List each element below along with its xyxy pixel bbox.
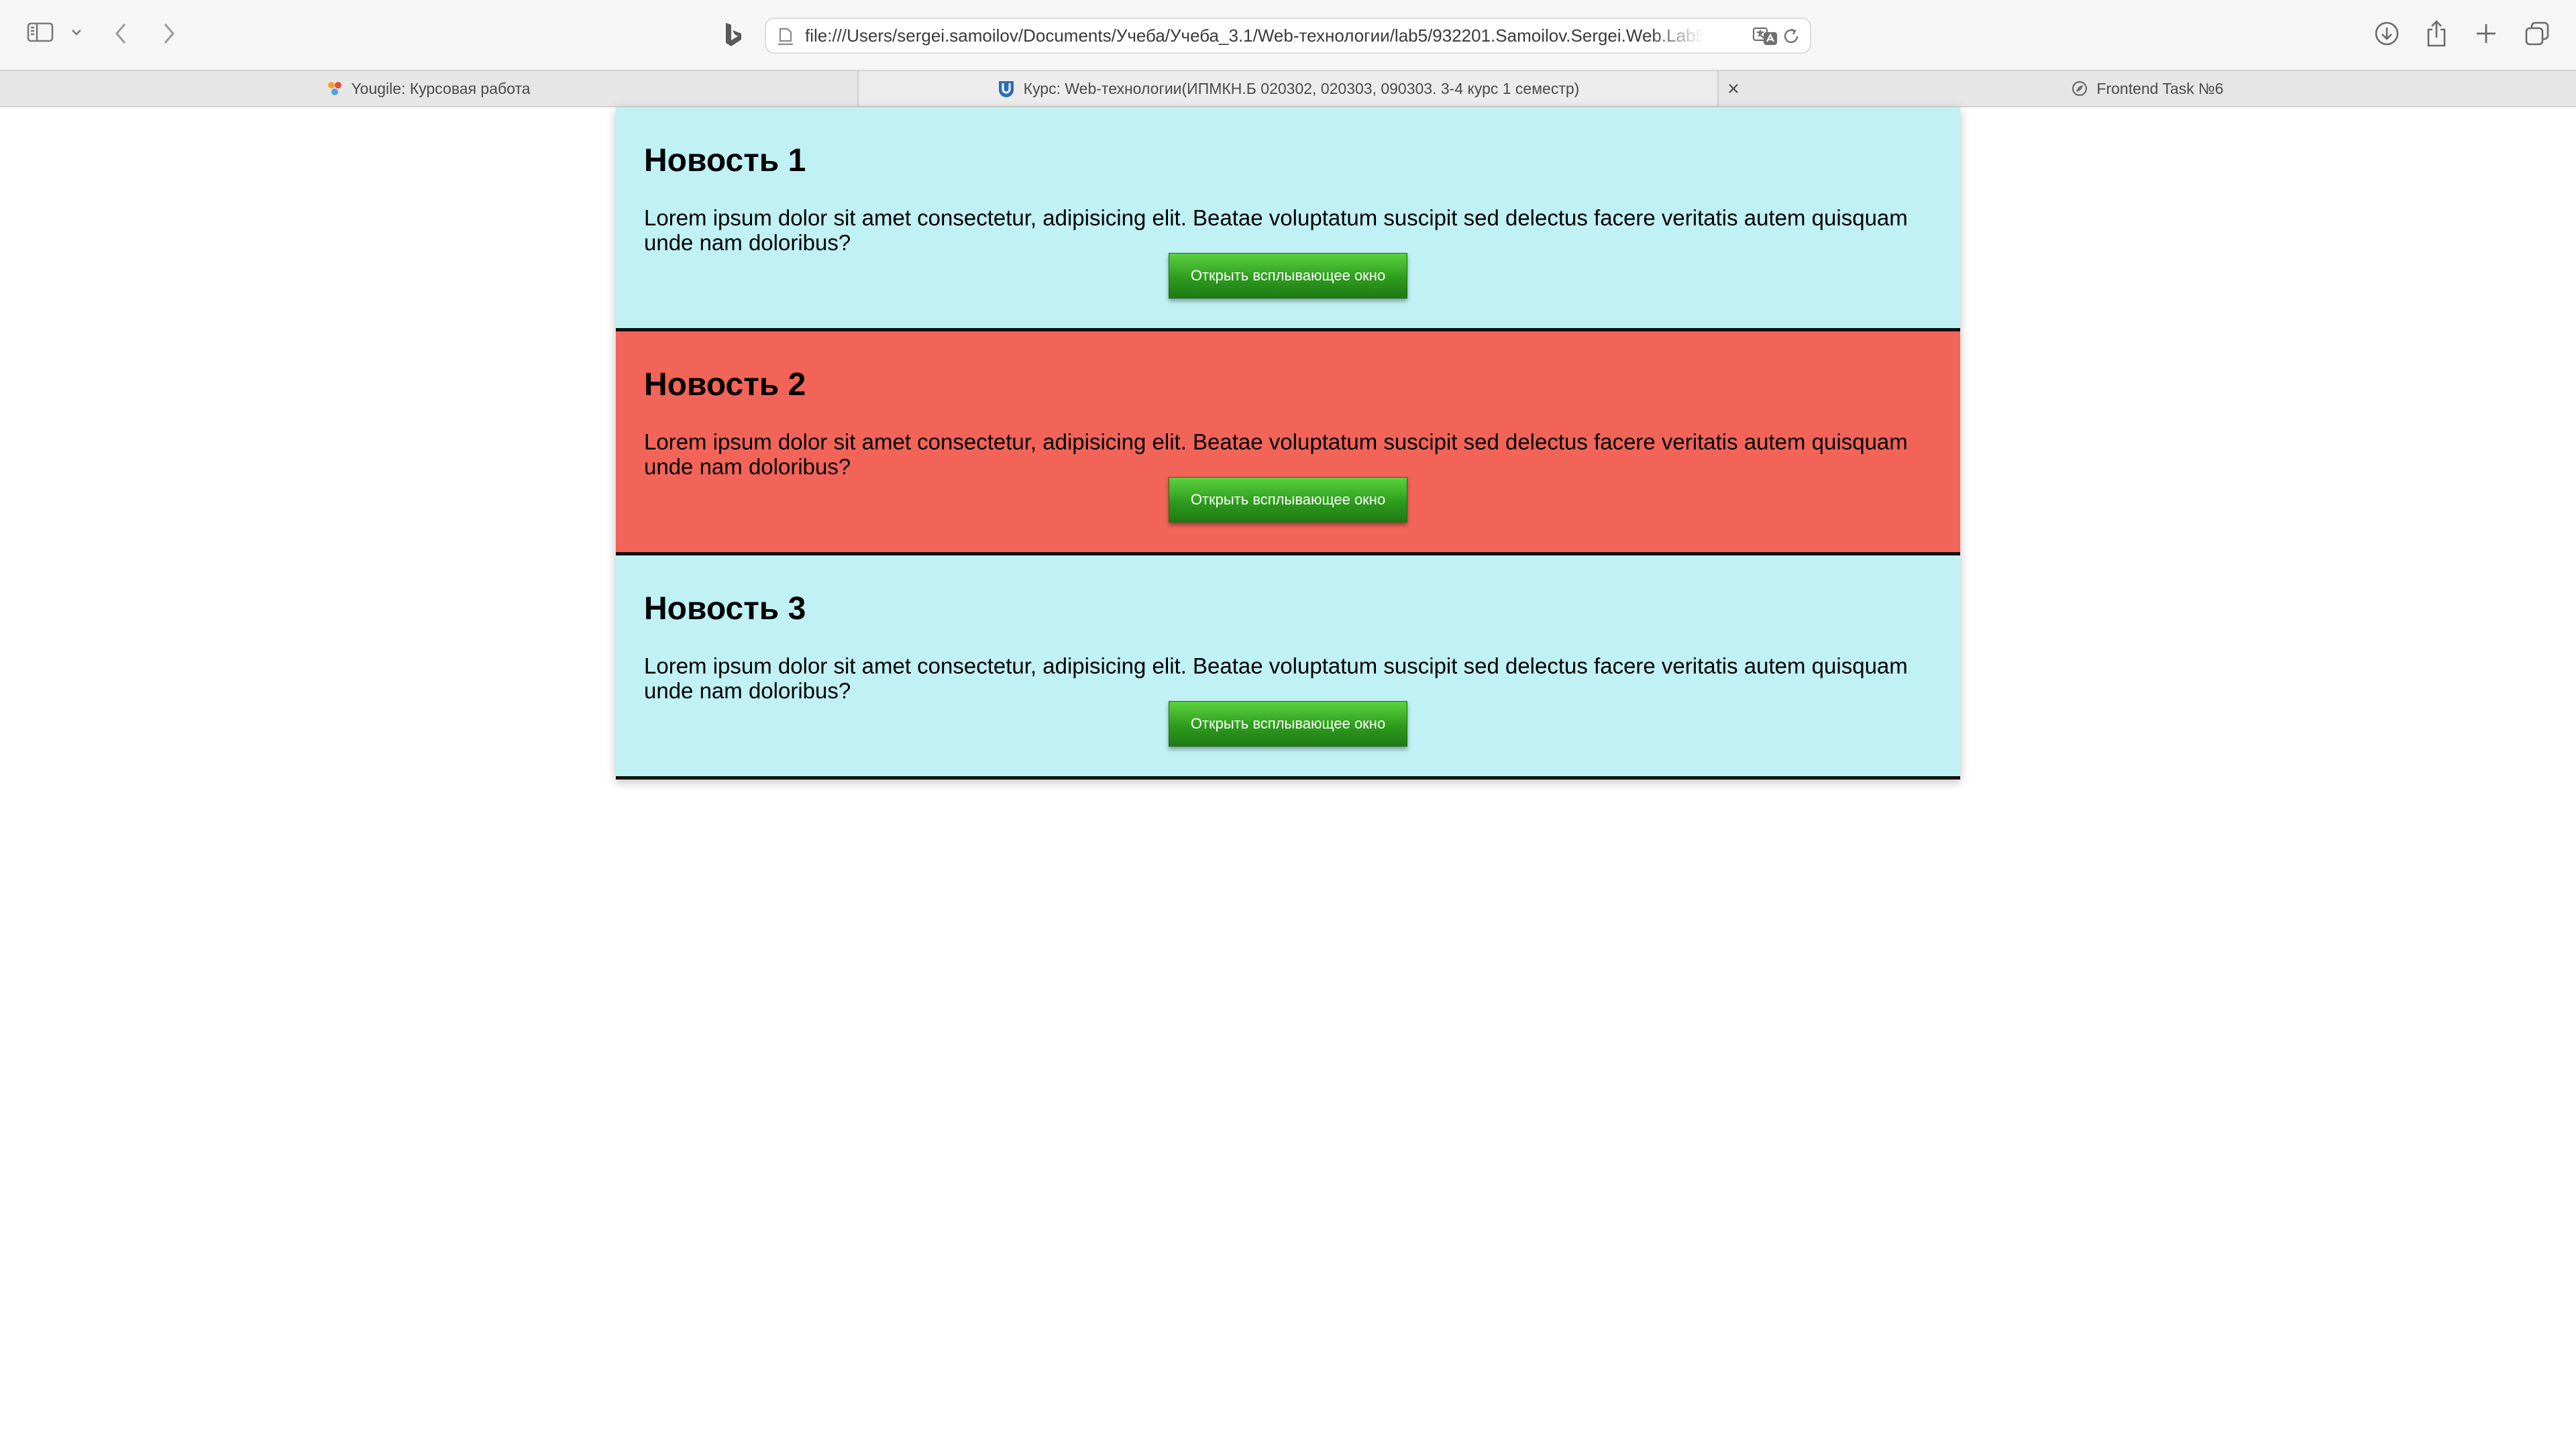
chevron-down-icon[interactable] bbox=[70, 27, 83, 38]
news-item: Новость 2 Lorem ipsum dolor sit amet con… bbox=[616, 331, 1960, 555]
browser-toolbar: file:///Users/sergei.samoilov/Documents/… bbox=[0, 0, 2576, 70]
news-item: Новость 1 Lorem ipsum dolor sit amet con… bbox=[616, 107, 1960, 331]
news-list: Новость 1 Lorem ipsum dolor sit amet con… bbox=[616, 107, 1960, 780]
url-text[interactable]: file:///Users/sergei.samoilov/Documents/… bbox=[805, 19, 1704, 52]
tab-bar: Yougile: Курсовая работа Курс: Web-техно… bbox=[0, 70, 2576, 107]
tab-overview-icon[interactable] bbox=[2524, 20, 2551, 47]
browser-window: file:///Users/sergei.samoilov/Documents/… bbox=[0, 0, 2576, 1449]
tab-course[interactable]: Курс: Web-технологии(ИПМКН.Б 020302, 020… bbox=[859, 71, 1717, 106]
open-popup-button[interactable]: Открыть всплывающее окно bbox=[1169, 701, 1407, 747]
news-text: Lorem ipsum dolor sit amet consectetur, … bbox=[644, 429, 1908, 479]
news-text: Lorem ipsum dolor sit amet consectetur, … bbox=[644, 653, 1908, 703]
tab-title: Yougile: Курсовая работа bbox=[351, 79, 531, 97]
news-title: Новость 3 bbox=[644, 591, 806, 627]
news-text: Lorem ipsum dolor sit amet consectetur, … bbox=[644, 205, 1908, 255]
back-arrow-icon[interactable] bbox=[113, 21, 129, 46]
open-popup-button[interactable]: Открыть всплывающее окно bbox=[1169, 477, 1407, 523]
download-icon[interactable] bbox=[2373, 20, 2400, 47]
share-icon[interactable] bbox=[2424, 19, 2449, 48]
new-tab-plus-icon[interactable] bbox=[2474, 21, 2498, 46]
open-popup-button[interactable]: Открыть всплывающее окно bbox=[1169, 253, 1407, 299]
tab-yougile[interactable]: Yougile: Курсовая работа bbox=[0, 71, 857, 106]
tab-title: Курс: Web-технологии(ИПМКН.Б 020302, 020… bbox=[1023, 79, 1580, 97]
news-item: Новость 3 Lorem ipsum dolor sit amet con… bbox=[616, 555, 1960, 780]
tab-frontend-task[interactable]: Frontend Task №6 bbox=[1719, 71, 2576, 106]
news-title: Новость 2 bbox=[644, 367, 806, 402]
address-bar[interactable]: file:///Users/sergei.samoilov/Documents/… bbox=[765, 17, 1811, 54]
page-viewport: Новость 1 Lorem ipsum dolor sit amet con… bbox=[0, 107, 2576, 1449]
reload-icon[interactable] bbox=[1782, 27, 1801, 49]
translate-icon[interactable] bbox=[1752, 26, 1778, 50]
yougile-logo-icon bbox=[327, 80, 343, 97]
tab-title: Frontend Task №6 bbox=[2096, 79, 2224, 97]
news-title: Новость 1 bbox=[644, 143, 806, 178]
bing-logo-icon[interactable] bbox=[723, 21, 743, 48]
compass-icon bbox=[2071, 80, 2088, 97]
sidebar-toggle-icon[interactable] bbox=[27, 21, 54, 43]
page-icon bbox=[777, 28, 794, 50]
university-u-icon bbox=[997, 79, 1016, 98]
forward-arrow-icon[interactable] bbox=[161, 21, 177, 46]
